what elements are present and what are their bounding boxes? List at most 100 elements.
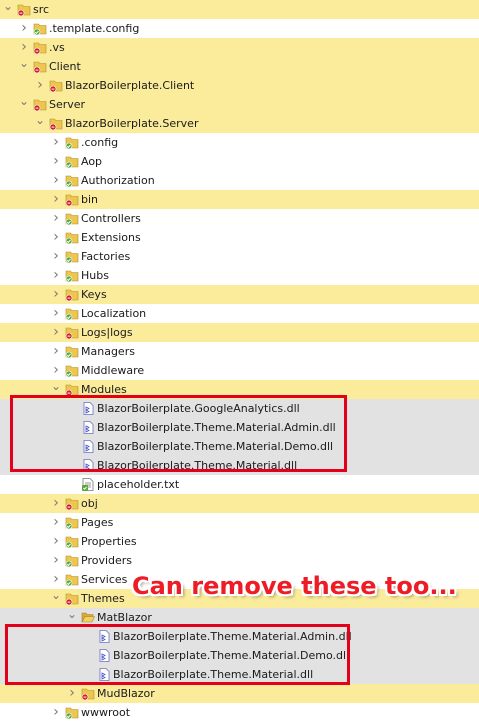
chevron-down-icon[interactable]: ⌄ [50, 589, 62, 608]
tree-row[interactable]: BlazorBoilerplate.Theme.Material.Demo.dl… [0, 437, 479, 456]
tree-item-label: BlazorBoilerplate.Theme.Material.dll [113, 668, 314, 681]
tree-row[interactable]: ⌄ src [0, 0, 479, 19]
chevron-right-icon[interactable]: › [50, 323, 62, 342]
tree-row[interactable]: ⌄ BlazorBoilerplate.Server [0, 114, 479, 133]
chevron-down-icon[interactable]: ⌄ [50, 380, 62, 399]
tree-row[interactable]: ⌄ MatBlazor [0, 608, 479, 627]
tree-item-label: BlazorBoilerplate.Theme.Material.Admin.d… [97, 421, 336, 434]
folder-red-icon [65, 383, 79, 397]
tree-row[interactable]: › wwwroot [0, 703, 479, 722]
tree-row[interactable]: › Factories [0, 247, 479, 266]
tree-row[interactable]: ⌄ Server [0, 95, 479, 114]
tree-row[interactable]: › Pages [0, 513, 479, 532]
chevron-down-icon[interactable]: ⌄ [2, 0, 14, 19]
tree-row[interactable]: › Localization [0, 304, 479, 323]
tree-item-label: Server [49, 98, 86, 111]
chevron-down-icon[interactable]: ⌄ [34, 114, 46, 133]
folder-green-icon [65, 706, 79, 720]
tree-item-label: src [33, 3, 50, 16]
tree-row[interactable]: BlazorBoilerplate.Theme.Material.dll [0, 665, 479, 684]
folder-green-icon [65, 250, 79, 264]
folder-green-icon [65, 136, 79, 150]
folder-red-icon [33, 98, 47, 112]
chevron-right-icon[interactable]: › [50, 513, 62, 532]
tree-row[interactable]: › Aop [0, 152, 479, 171]
tree-row[interactable]: › Authorization [0, 171, 479, 190]
tree-item-label: BlazorBoilerplate.Theme.Material.Admin.d… [113, 630, 352, 643]
tree-row[interactable]: › MudBlazor [0, 684, 479, 703]
solution-explorer-tree: ⌄ src › .template.config › .vs ⌄ Client › BlazorB… [0, 0, 479, 722]
chevron-right-icon[interactable]: › [50, 304, 62, 323]
tree-row[interactable]: › .config [0, 133, 479, 152]
chevron-right-icon[interactable]: › [66, 684, 78, 703]
folder-green-icon [65, 516, 79, 530]
tree-row[interactable]: BlazorBoilerplate.GoogleAnalytics.dll [0, 399, 479, 418]
tree-row[interactable]: › Logs|logs [0, 323, 479, 342]
chevron-right-icon[interactable]: › [50, 133, 62, 152]
chevron-right-icon[interactable]: › [50, 228, 62, 247]
tree-row[interactable]: › .template.config [0, 19, 479, 38]
tree-item-label: Factories [81, 250, 131, 263]
chevron-right-icon[interactable]: › [18, 19, 30, 38]
tree-row[interactable]: › obj [0, 494, 479, 513]
tree-item-label: MatBlazor [97, 611, 152, 624]
folder-green-icon [65, 269, 79, 283]
folder-open-icon [81, 611, 95, 624]
tree-item-label: BlazorBoilerplate.GoogleAnalytics.dll [97, 402, 300, 415]
folder-red-icon [65, 592, 79, 606]
tree-item-label: Client [49, 60, 81, 73]
chevron-down-icon[interactable]: ⌄ [66, 608, 78, 627]
folder-green-icon [65, 535, 79, 549]
tree-row[interactable]: › .vs [0, 38, 479, 57]
dll-file-icon [81, 440, 95, 453]
tree-row[interactable]: ⌄ Client [0, 57, 479, 76]
tree-row[interactable]: › Controllers [0, 209, 479, 228]
chevron-right-icon[interactable]: › [50, 171, 62, 190]
chevron-right-icon[interactable]: › [50, 152, 62, 171]
tree-item-label: Services [81, 573, 128, 586]
chevron-right-icon[interactable]: › [50, 190, 62, 209]
chevron-right-icon[interactable]: › [50, 247, 62, 266]
folder-red-icon [49, 79, 63, 93]
chevron-right-icon[interactable]: › [50, 266, 62, 285]
tree-item-label: Controllers [81, 212, 141, 225]
tree-item-label: wwwroot [81, 706, 131, 719]
tree-row[interactable]: › Keys [0, 285, 479, 304]
chevron-right-icon[interactable]: › [50, 532, 62, 551]
folder-green-icon [65, 307, 79, 321]
tree-item-label: Modules [81, 383, 127, 396]
chevron-right-icon[interactable]: › [50, 570, 62, 589]
tree-item-label: Extensions [81, 231, 141, 244]
tree-item-label: BlazorBoilerplate.Client [65, 79, 195, 92]
chevron-right-icon[interactable]: › [50, 285, 62, 304]
chevron-right-icon[interactable]: › [34, 76, 46, 95]
tree-item-label: Keys [81, 288, 107, 301]
chevron-down-icon[interactable]: ⌄ [18, 57, 30, 76]
chevron-right-icon[interactable]: › [50, 342, 62, 361]
tree-row[interactable]: placeholder.txt [0, 475, 479, 494]
tree-item-label: Managers [81, 345, 135, 358]
chevron-right-icon[interactable]: › [50, 703, 62, 722]
chevron-right-icon[interactable]: › [50, 551, 62, 570]
chevron-right-icon[interactable]: › [50, 209, 62, 228]
chevron-right-icon[interactable]: › [18, 38, 30, 57]
tree-row[interactable]: › Middleware [0, 361, 479, 380]
tree-item-label: .vs [49, 41, 65, 54]
chevron-right-icon[interactable]: › [50, 361, 62, 380]
chevron-down-icon[interactable]: ⌄ [18, 95, 30, 114]
tree-row[interactable]: › Extensions [0, 228, 479, 247]
tree-row[interactable]: ⌄ Modules [0, 380, 479, 399]
tree-row[interactable]: › Managers [0, 342, 479, 361]
tree-row[interactable]: › BlazorBoilerplate.Client [0, 76, 479, 95]
tree-row[interactable]: BlazorBoilerplate.Theme.Material.Admin.d… [0, 627, 479, 646]
tree-row[interactable]: › Providers [0, 551, 479, 570]
chevron-right-icon[interactable]: › [50, 494, 62, 513]
tree-row[interactable]: BlazorBoilerplate.Theme.Material.Demo.dl… [0, 646, 479, 665]
folder-green-icon [65, 231, 79, 245]
tree-row[interactable]: › Properties [0, 532, 479, 551]
tree-row[interactable]: › Hubs [0, 266, 479, 285]
tree-row[interactable]: › bin [0, 190, 479, 209]
tree-item-label: .template.config [49, 22, 140, 35]
tree-row[interactable]: BlazorBoilerplate.Theme.Material.Admin.d… [0, 418, 479, 437]
tree-row[interactable]: BlazorBoilerplate.Theme.Material.dll [0, 456, 479, 475]
